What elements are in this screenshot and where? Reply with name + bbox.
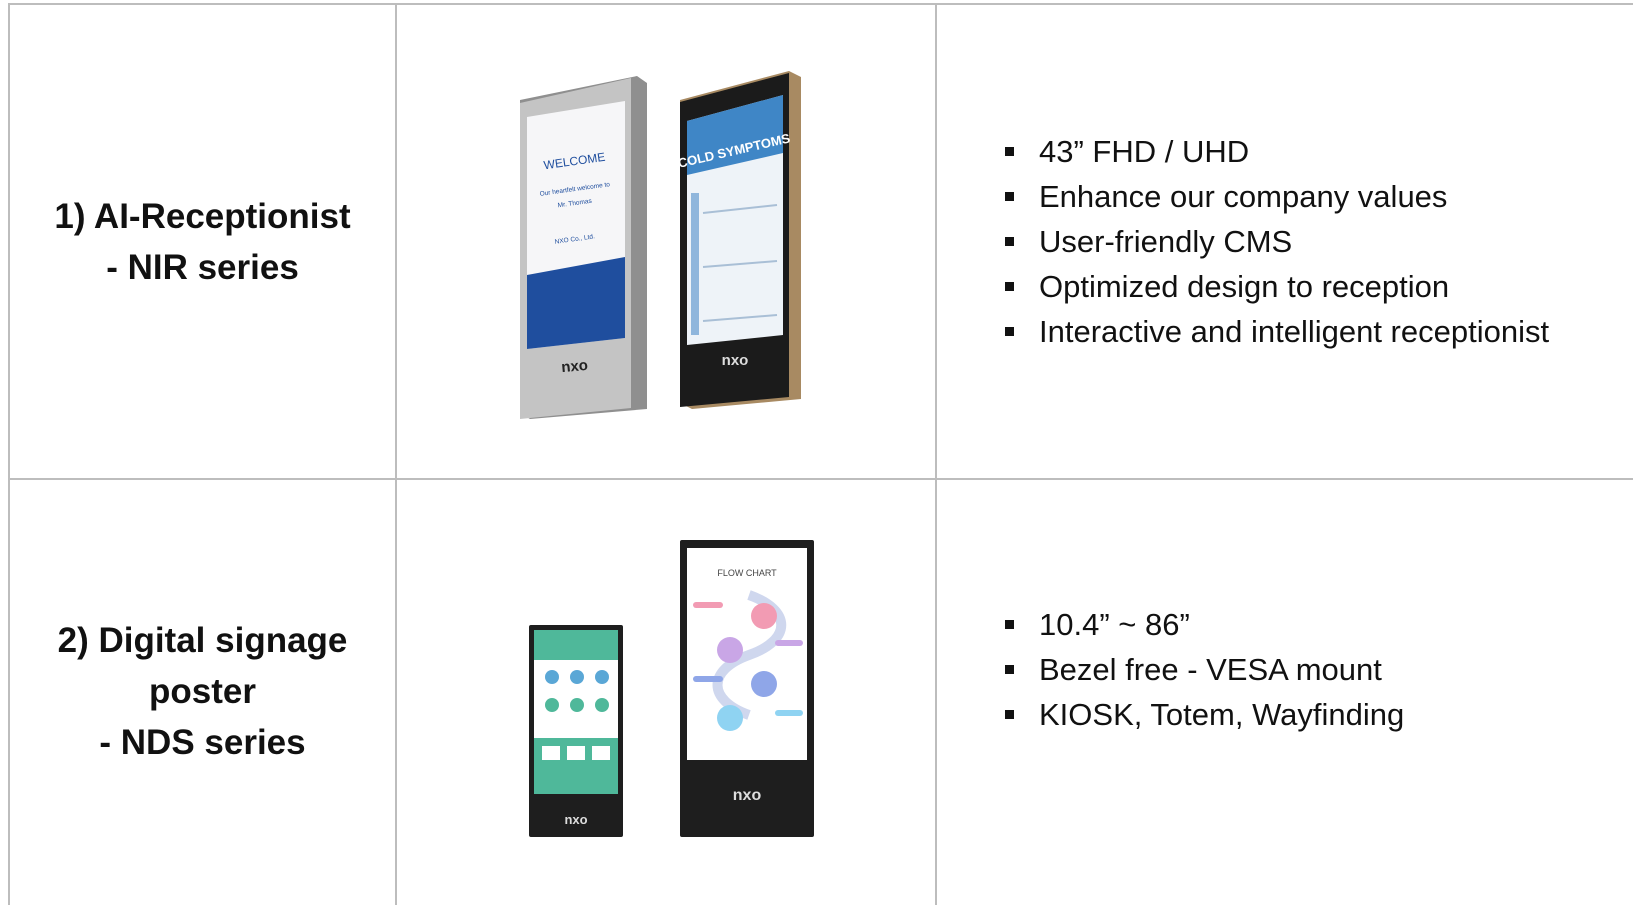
nir-device-dark: COLD SYMPTOMS nxo (676, 71, 801, 409)
spec-text: Optimized design to reception (1039, 269, 1450, 304)
bullet-icon (1005, 620, 1014, 629)
product-name-line: 2) Digital signage (57, 621, 348, 660)
table-row: 2) Digital signage poster - NDS series n… (10, 480, 1633, 905)
bullet-icon (1005, 327, 1014, 336)
spec-item: 10.4” ~ 86” (1005, 602, 1404, 647)
spec-item: KIOSK, Totem, Wayfinding (1005, 692, 1404, 737)
bullet-icon (1005, 237, 1014, 246)
nir-devices-image: WELCOME Our heartfelt welcome to Mr. Tho… (520, 71, 801, 419)
nir-device-silver: WELCOME Our heartfelt welcome to Mr. Tho… (520, 76, 647, 419)
product-name-line: - NDS series (99, 723, 306, 762)
spec-text: User-friendly CMS (1039, 224, 1293, 259)
bullet-icon (1005, 282, 1014, 291)
bullet-icon (1005, 710, 1014, 719)
product-name-line: 1) AI-Receptionist (54, 196, 351, 236)
spec-text: KIOSK, Totem, Wayfinding (1039, 697, 1405, 732)
spec-list: 43” FHD / UHD Enhance our company values… (937, 129, 1549, 354)
nxo-logo: nxo (722, 352, 749, 369)
product-name-line: - NIR series (106, 247, 299, 287)
spec-item: Optimized design to reception (1005, 264, 1549, 309)
product-name: 2) Digital signage poster - NDS series (58, 615, 348, 768)
spec-text: Enhance our company values (1039, 179, 1448, 214)
spec-item: Interactive and intelligent receptionist (1005, 309, 1549, 354)
spec-item: 43” FHD / UHD (1005, 129, 1549, 174)
spec-item: User-friendly CMS (1005, 219, 1549, 264)
product-image-cell: nxo FLOW CHART nxo (397, 480, 935, 905)
nds-device-tall: FLOW CHART nxo (680, 540, 814, 837)
product-spec-cell: 43” FHD / UHD Enhance our company values… (937, 5, 1633, 478)
spec-item: Enhance our company values (1005, 174, 1549, 219)
nds-device-small: nxo (529, 625, 623, 837)
bullet-icon (1005, 192, 1014, 201)
screen-title: FLOW CHART (717, 568, 777, 578)
spec-text: Bezel free - VESA mount (1039, 652, 1382, 687)
spec-text: 43” FHD / UHD (1039, 134, 1250, 169)
nxo-logo: nxo (564, 812, 587, 827)
spec-text: Interactive and intelligent receptionist (1039, 314, 1550, 349)
product-spec-cell: 10.4” ~ 86” Bezel free - VESA mount KIOS… (937, 480, 1633, 905)
product-name-line: poster (149, 672, 256, 711)
table-row: 1) AI-Receptionist - NIR series WELCOME … (10, 5, 1633, 478)
product-image-cell: WELCOME Our heartfelt welcome to Mr. Tho… (397, 5, 935, 478)
product-name-cell: 2) Digital signage poster - NDS series (10, 480, 395, 905)
spec-text: 10.4” ~ 86” (1039, 607, 1190, 642)
nds-devices-image: nxo FLOW CHART nxo (529, 540, 814, 837)
spec-list: 10.4” ~ 86” Bezel free - VESA mount KIOS… (937, 602, 1404, 737)
product-name-cell: 1) AI-Receptionist - NIR series (10, 5, 395, 478)
product-name: 1) AI-Receptionist - NIR series (54, 191, 350, 293)
nxo-logo: nxo (561, 357, 589, 376)
bullet-icon (1005, 147, 1014, 156)
nxo-logo: nxo (733, 787, 762, 804)
spec-item: Bezel free - VESA mount (1005, 647, 1404, 692)
bullet-icon (1005, 665, 1014, 674)
